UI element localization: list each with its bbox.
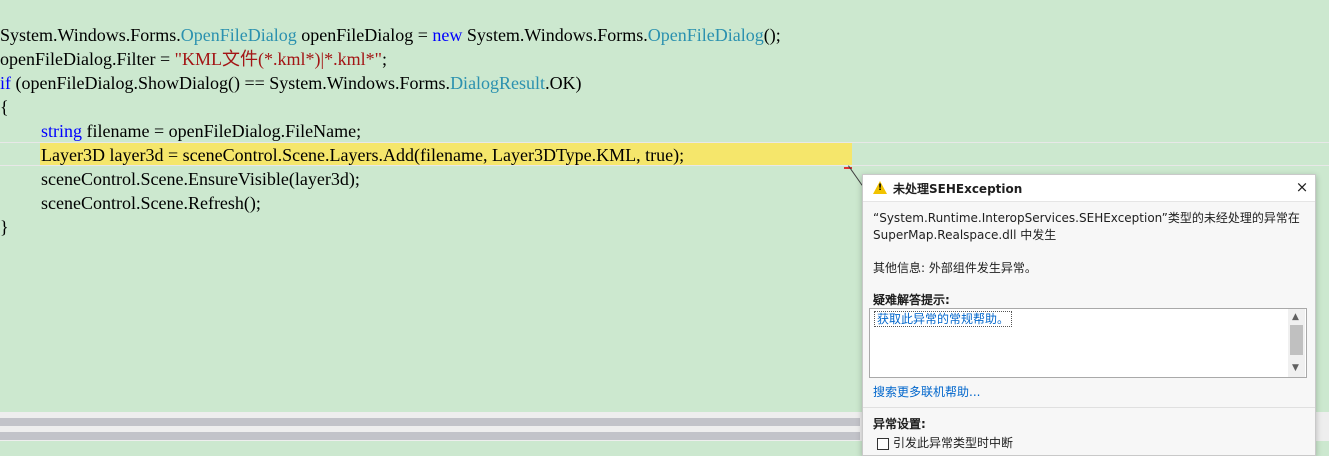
scroll-up-icon[interactable]: ▲ [1292, 312, 1299, 322]
exception-helper-popup: ! 未处理SEHException × “System.Runtime.Inte… [862, 174, 1316, 456]
code-token: System.Windows.Forms. [0, 25, 181, 45]
checkbox-label: 引发此异常类型时中断 [893, 436, 1014, 450]
code-token-string: "KML文件(*.kml*)|*.kml*" [174, 49, 382, 69]
code-token-type: OpenFileDialog [647, 25, 764, 45]
popup-connector-line [848, 165, 863, 186]
code-token: openFileDialog.Filter = [0, 49, 175, 69]
tips-title: 疑难解答提示: [873, 293, 950, 307]
exception-info: 其他信息: 外部组件发生异常。 [873, 261, 1037, 275]
code-line-4[interactable]: { [0, 95, 9, 119]
popup-header: ! 未处理SEHException × [863, 175, 1315, 202]
horizontal-scrollbar[interactable] [0, 418, 860, 426]
code-token-keyword: new [432, 25, 463, 45]
close-icon[interactable]: × [1293, 178, 1311, 196]
code-line-1[interactable]: System.Windows.Forms.OpenFileDialog open… [0, 23, 781, 47]
code-line-8[interactable]: sceneControl.Scene.Refresh(); [41, 191, 261, 215]
divider [863, 407, 1315, 408]
exception-title: 未处理SEHException [893, 182, 1023, 196]
code-token: (); [763, 25, 781, 45]
tips-link[interactable]: 获取此异常的常规帮助。 [874, 311, 1013, 327]
code-token: filename = openFileDialog.FileName; [82, 121, 362, 141]
code-token: ; [381, 49, 387, 69]
code-line-5[interactable]: string filename = openFileDialog.FileNam… [41, 119, 361, 143]
code-token-type: OpenFileDialog [180, 25, 297, 45]
scroll-down-icon[interactable]: ▼ [1292, 363, 1299, 373]
code-token: openFileDialog = [296, 25, 433, 45]
code-line-2[interactable]: openFileDialog.Filter = "KML文件(*.kml*)|*… [0, 47, 387, 71]
settings-title: 异常设置: [873, 417, 926, 431]
code-token-keyword: if [0, 73, 11, 93]
code-token: .OK) [545, 73, 582, 93]
tips-list: 获取此异常的常规帮助。 ▲ ▼ [869, 308, 1307, 378]
scroll-thumb[interactable] [1290, 325, 1303, 355]
code-line-9[interactable]: } [0, 215, 9, 239]
exception-message: “System.Runtime.InteropServices.SEHExcep… [873, 211, 1300, 242]
horizontal-scrollbar-lower[interactable] [0, 432, 860, 440]
warning-mark: ! [878, 183, 883, 193]
more-help-link[interactable]: 搜索更多联机帮助... [873, 383, 980, 400]
code-line-7[interactable]: sceneControl.Scene.EnsureVisible(layer3d… [41, 167, 360, 191]
code-line-6[interactable]: Layer3D layer3d = sceneControl.Scene.Lay… [41, 143, 684, 167]
code-line-3[interactable]: if (openFileDialog.ShowDialog() == Syste… [0, 71, 582, 95]
code-token-type: DialogResult [450, 73, 546, 93]
code-token-keyword: string [41, 121, 83, 141]
code-token: (openFileDialog.ShowDialog() == System.W… [11, 73, 451, 93]
tips-scrollbar[interactable]: ▲ ▼ [1288, 309, 1305, 377]
break-on-exception-checkbox[interactable] [877, 438, 889, 450]
code-token: System.Windows.Forms. [462, 25, 648, 45]
popup-body: “System.Runtime.InteropServices.SEHExcep… [863, 202, 1315, 455]
